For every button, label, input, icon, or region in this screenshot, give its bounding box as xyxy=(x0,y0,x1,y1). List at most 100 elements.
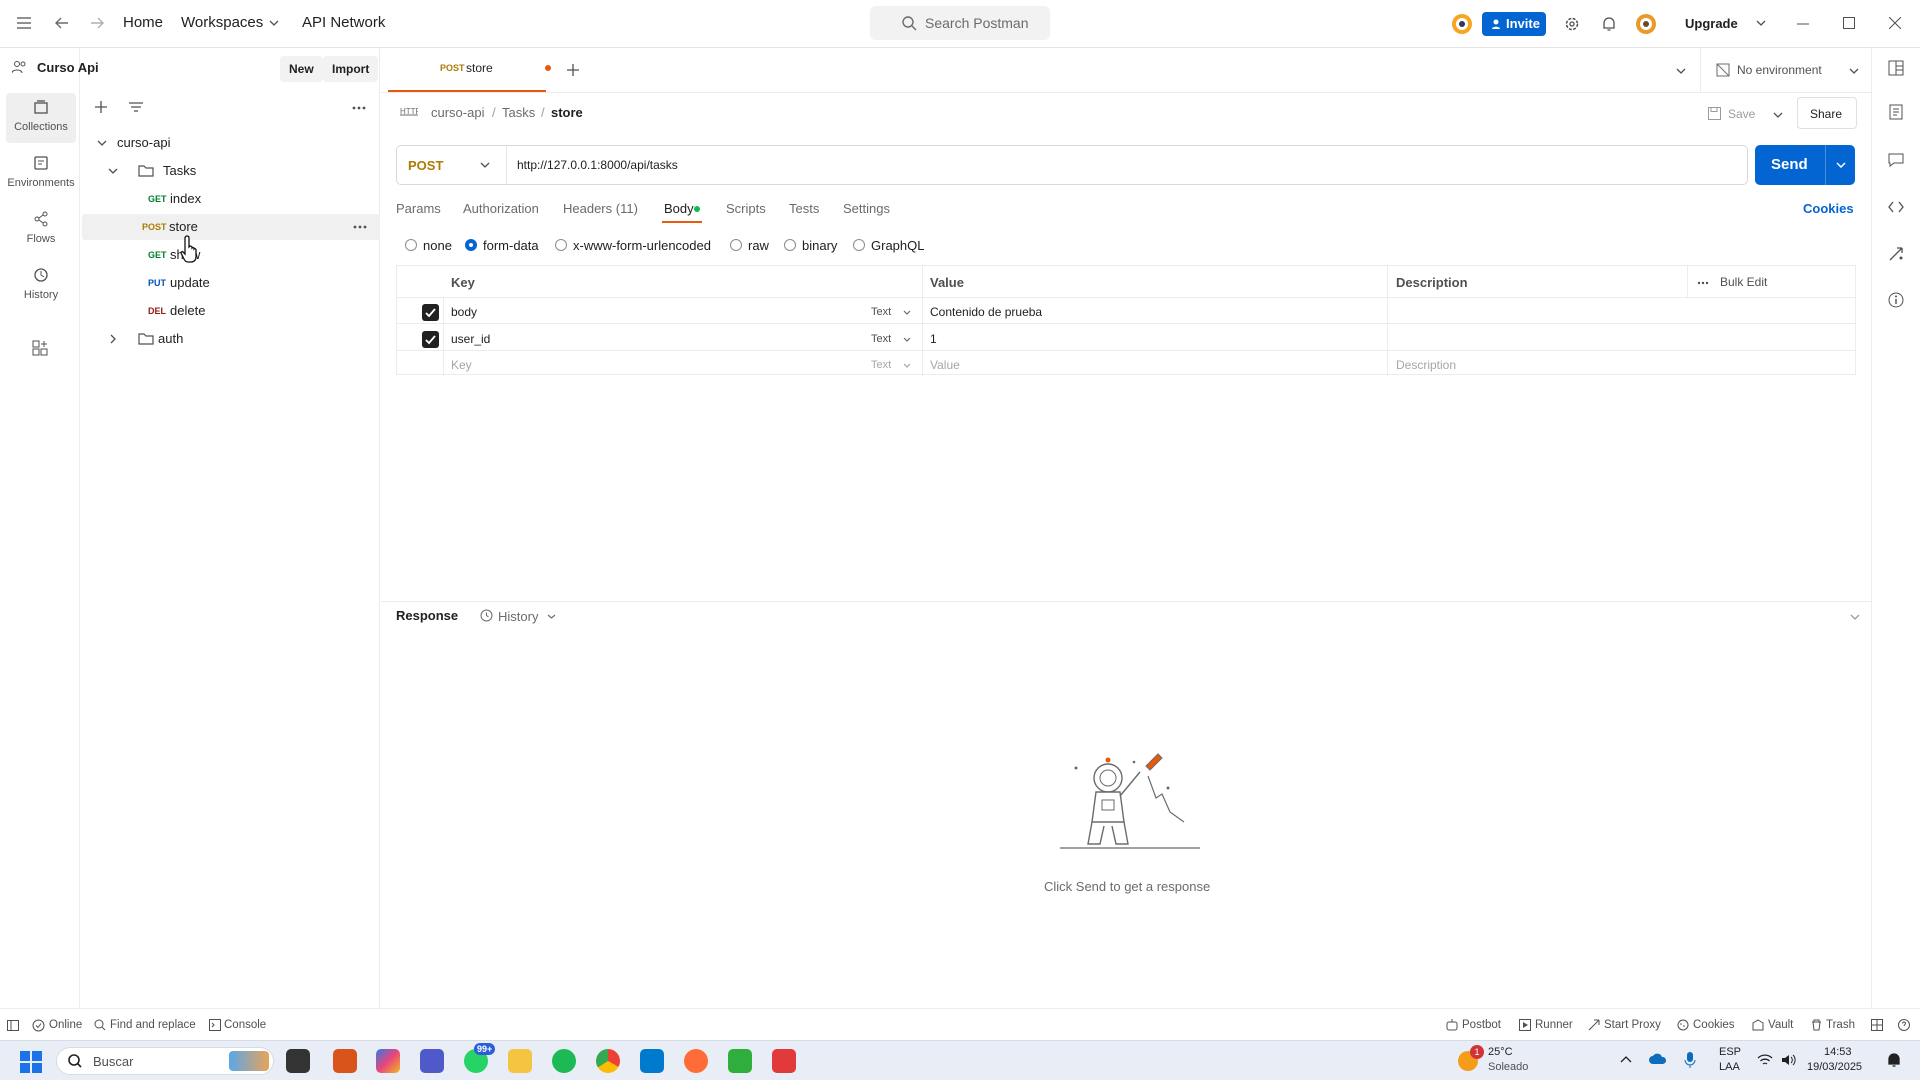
tab-post-store[interactable]: POST store xyxy=(388,48,551,92)
radio-raw[interactable]: raw xyxy=(730,237,780,253)
breadcrumb-folder[interactable]: Tasks xyxy=(502,105,535,120)
find-replace-button[interactable]: Find and replace xyxy=(110,1019,196,1031)
row-type-select[interactable]: Text xyxy=(871,333,891,345)
row-enabled-checkbox[interactable] xyxy=(422,331,439,348)
teams-icon[interactable] xyxy=(420,1049,444,1073)
row-type-select[interactable]: Text xyxy=(871,306,891,318)
documentation-icon[interactable] xyxy=(1889,104,1903,120)
request-get-show[interactable]: GET show xyxy=(80,242,378,268)
folder-auth[interactable]: auth xyxy=(80,326,378,352)
request-post-store[interactable]: POST store xyxy=(82,214,380,240)
team-avatar-icon[interactable] xyxy=(1450,12,1474,36)
tab-scripts[interactable]: Scripts xyxy=(726,201,766,216)
notifications-icon[interactable] xyxy=(1887,1052,1901,1068)
vault-button[interactable]: Vault xyxy=(1768,1019,1793,1031)
volume-icon[interactable] xyxy=(1781,1053,1797,1067)
tab-params[interactable]: Params xyxy=(396,201,441,216)
filter-icon[interactable] xyxy=(129,102,143,112)
collection-curso-api[interactable]: curso-api xyxy=(80,130,378,156)
new-button[interactable]: New xyxy=(280,56,323,82)
request-get-index[interactable]: GET index xyxy=(80,186,378,212)
back-arrow-icon[interactable] xyxy=(54,16,70,30)
related-collections-icon[interactable] xyxy=(1888,246,1904,262)
plus-icon[interactable] xyxy=(95,101,107,113)
chevron-down-icon[interactable] xyxy=(1836,162,1846,168)
postman-icon[interactable] xyxy=(684,1049,708,1073)
request-del-delete[interactable]: DEL delete xyxy=(80,298,378,324)
bell-icon[interactable] xyxy=(1601,16,1617,32)
tab-headers[interactable]: Headers (11) xyxy=(563,201,638,216)
close-icon[interactable] xyxy=(1889,17,1901,29)
tab-settings[interactable]: Settings xyxy=(843,201,890,216)
gear-icon[interactable] xyxy=(1564,16,1580,32)
xampp-icon[interactable] xyxy=(333,1049,357,1073)
spotify-icon[interactable] xyxy=(552,1049,576,1073)
import-button[interactable]: Import xyxy=(323,56,379,82)
file-explorer-icon[interactable] xyxy=(508,1049,532,1073)
wifi-icon[interactable] xyxy=(1757,1053,1773,1067)
info-icon[interactable] xyxy=(1888,292,1904,308)
code-icon[interactable] xyxy=(1888,200,1904,214)
upgrade-chevron-icon[interactable] xyxy=(1756,20,1766,26)
online-status[interactable]: Online xyxy=(49,1019,82,1031)
configure-sidebar-icon[interactable] xyxy=(32,340,48,356)
comments-icon[interactable] xyxy=(1888,152,1904,168)
chevron-up-icon[interactable] xyxy=(1620,1056,1632,1063)
rail-collections[interactable]: Collections xyxy=(6,93,76,143)
tab-authorization[interactable]: Authorization xyxy=(463,201,539,216)
method-select[interactable]: POST xyxy=(397,146,507,184)
menu-icon[interactable] xyxy=(16,16,32,30)
start-proxy-button[interactable]: Start Proxy xyxy=(1604,1019,1661,1031)
forward-arrow-icon[interactable] xyxy=(89,16,105,30)
task-view-icon[interactable] xyxy=(286,1049,310,1073)
chrome-icon[interactable] xyxy=(596,1049,620,1073)
help-icon[interactable] xyxy=(1898,1019,1910,1031)
console-button[interactable]: Console xyxy=(224,1019,266,1031)
home-link[interactable]: Home xyxy=(123,14,163,31)
folder-tasks[interactable]: Tasks xyxy=(80,158,378,184)
clock-date[interactable]: 19/03/2025 xyxy=(1807,1061,1862,1073)
two-pane-icon[interactable] xyxy=(1871,1019,1883,1031)
share-button[interactable]: Share xyxy=(1797,97,1857,129)
user-avatar-icon[interactable] xyxy=(1634,12,1658,36)
new-key-input[interactable]: Key xyxy=(451,358,472,372)
row-key[interactable]: body xyxy=(451,305,477,319)
postbot-button[interactable]: Postbot xyxy=(1462,1019,1501,1031)
save-button[interactable]: Save xyxy=(1706,98,1784,128)
radio-urlencoded[interactable]: x-www-form-urlencoded xyxy=(555,237,715,253)
row-value[interactable]: 1 xyxy=(930,332,937,346)
url-input[interactable]: http://127.0.0.1:8000/api/tasks xyxy=(517,158,678,172)
radio-none[interactable]: none xyxy=(405,237,465,253)
response-history-button[interactable]: History xyxy=(480,602,560,630)
search-input[interactable]: Search Postman xyxy=(870,6,1050,40)
maximize-icon[interactable] xyxy=(1843,17,1855,29)
toggle-sidebar-icon[interactable] xyxy=(7,1020,19,1031)
row-value[interactable]: Contenido de prueba xyxy=(930,305,1042,319)
workspaces-menu[interactable]: Workspaces xyxy=(181,14,263,31)
tab-tests[interactable]: Tests xyxy=(789,201,819,216)
row-key[interactable]: user_id xyxy=(451,332,490,346)
camtasia-icon[interactable] xyxy=(728,1049,752,1073)
invite-button[interactable]: Invite xyxy=(1482,12,1546,36)
row-enabled-checkbox[interactable] xyxy=(422,304,439,321)
layout-icon[interactable] xyxy=(1888,60,1904,76)
more-options-icon[interactable] xyxy=(1697,281,1709,285)
keyboard-layout[interactable]: LAA xyxy=(1719,1061,1740,1073)
cookies-link[interactable]: Cookies xyxy=(1803,201,1854,216)
bulk-edit-link[interactable]: Bulk Edit xyxy=(1720,275,1767,289)
radio-form-data[interactable]: form-data xyxy=(465,237,555,253)
new-tab-plus-icon[interactable] xyxy=(567,64,579,76)
collapse-response-icon[interactable] xyxy=(1850,614,1860,620)
radio-graphql[interactable]: GraphQL xyxy=(853,237,933,253)
taskbar-search[interactable]: Buscar xyxy=(56,1047,274,1075)
new-value-input[interactable]: Value xyxy=(930,358,960,372)
microphone-icon[interactable] xyxy=(1684,1052,1696,1068)
request-put-update[interactable]: PUT update xyxy=(80,270,378,296)
onedrive-icon[interactable] xyxy=(1649,1053,1667,1065)
copilot-icon[interactable] xyxy=(376,1049,400,1073)
new-description-input[interactable]: Description xyxy=(1396,358,1456,372)
recorder-icon[interactable] xyxy=(772,1049,796,1073)
environment-selector[interactable]: No environment xyxy=(1716,48,1861,92)
language-code[interactable]: ESP xyxy=(1719,1046,1741,1058)
new-type-select[interactable]: Text xyxy=(871,359,891,371)
